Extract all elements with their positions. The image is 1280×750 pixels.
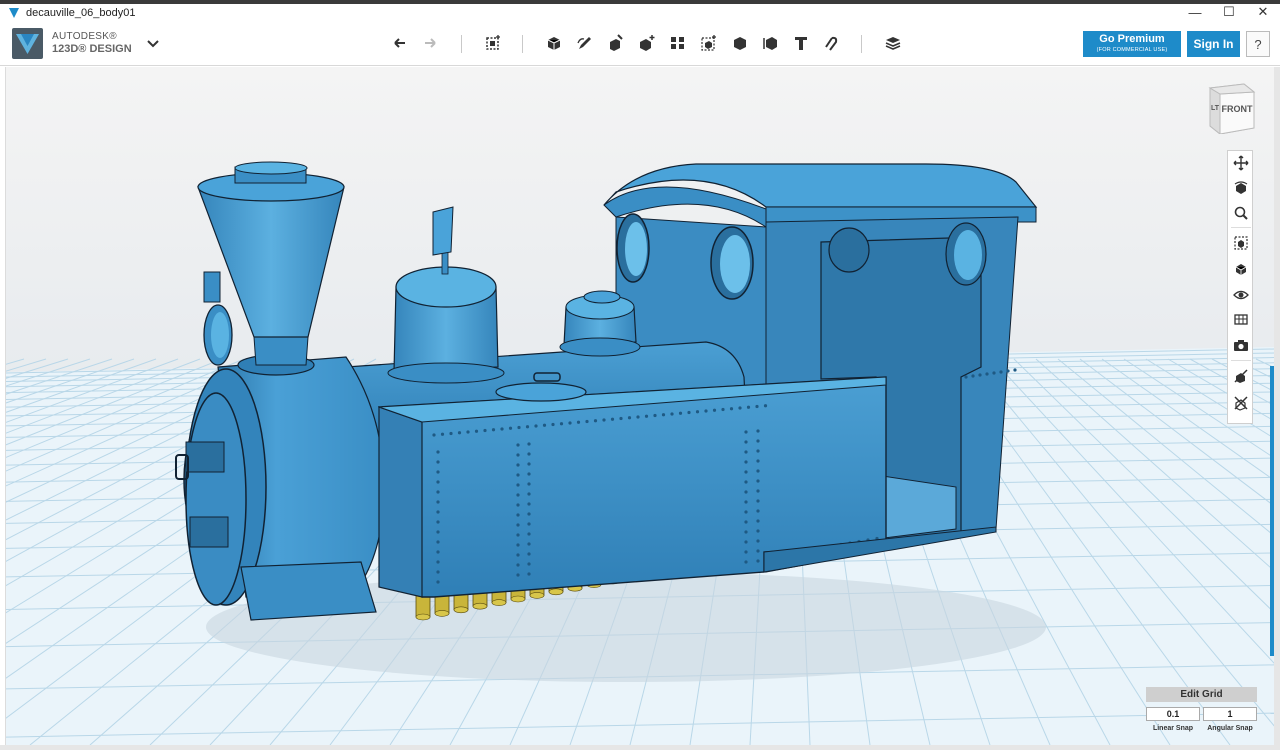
app-logo-icon bbox=[9, 8, 19, 18]
construct-button[interactable] bbox=[605, 32, 627, 54]
snap-off-button[interactable] bbox=[1231, 393, 1251, 413]
modify-button[interactable] bbox=[636, 32, 658, 54]
snap-button[interactable] bbox=[820, 32, 842, 54]
close-button[interactable]: ✕ bbox=[1246, 2, 1280, 22]
viewcube-left-label: LT bbox=[1211, 105, 1220, 112]
navbar-separator bbox=[1231, 360, 1251, 361]
orbit-icon bbox=[1234, 181, 1248, 194]
scroll-accent bbox=[1270, 366, 1274, 656]
text-icon bbox=[795, 37, 807, 50]
screenshot-icon bbox=[1234, 340, 1248, 351]
measure-button[interactable] bbox=[760, 32, 782, 54]
linear-snap-label: Linear Snap bbox=[1152, 725, 1194, 732]
linear-snap-input[interactable]: 0.1 bbox=[1146, 707, 1200, 721]
navigation-bar bbox=[1227, 150, 1253, 424]
sketch-icon bbox=[577, 37, 591, 49]
angular-snap-input[interactable]: 1 bbox=[1203, 707, 1257, 721]
construct-icon bbox=[610, 34, 623, 51]
window-title: decauville_06_body01 bbox=[26, 7, 136, 19]
snap-on-button[interactable] bbox=[1231, 366, 1251, 386]
primitives-button[interactable] bbox=[543, 32, 565, 54]
navbar-separator bbox=[1231, 227, 1251, 228]
grid-settings-panel: Edit Grid 0.1 1 Linear Snap Angular Snap bbox=[1146, 687, 1258, 737]
material-icon bbox=[885, 37, 901, 50]
screenshot-button[interactable] bbox=[1231, 335, 1251, 355]
chevron-down-icon[interactable] bbox=[146, 36, 160, 50]
3d-viewport[interactable]: FRONT LT bbox=[6, 67, 1274, 745]
redo-icon bbox=[425, 38, 436, 48]
autodesk-logo-icon[interactable] bbox=[12, 28, 43, 59]
zoom-icon bbox=[1234, 206, 1248, 220]
brand-name: AUTODESK® 123D® DESIGN bbox=[52, 31, 132, 55]
main-toolbar: AUTODESK® 123D® DESIGN Go Premium (FOR C… bbox=[0, 22, 1280, 66]
app-window: decauville_06_body01 — ☐ ✕ AUTODESK® 123… bbox=[0, 0, 1280, 750]
undo-icon bbox=[394, 38, 405, 48]
brand-line-2: 123D® DESIGN bbox=[52, 43, 132, 55]
maximize-button[interactable]: ☐ bbox=[1212, 2, 1246, 22]
brand-line-1: AUTODESK® bbox=[52, 31, 117, 42]
grouping-button[interactable] bbox=[698, 32, 720, 54]
pattern-icon bbox=[671, 37, 684, 49]
primitives-icon bbox=[547, 37, 561, 50]
modify-icon bbox=[640, 35, 655, 51]
sand-dome bbox=[559, 290, 641, 357]
transform-button[interactable] bbox=[482, 32, 504, 54]
toolbar-separator bbox=[861, 35, 862, 53]
scene-canvas bbox=[6, 161, 1274, 745]
steam-dome bbox=[387, 206, 505, 384]
visibility-button[interactable] bbox=[1231, 285, 1251, 305]
toolbar-separator bbox=[522, 35, 523, 53]
fit-button[interactable] bbox=[1231, 233, 1251, 253]
toolbar-separator bbox=[461, 35, 462, 53]
zoom-button[interactable] bbox=[1231, 203, 1251, 223]
undo-button[interactable] bbox=[389, 32, 411, 54]
grouping-icon bbox=[701, 35, 716, 51]
redo-button[interactable] bbox=[419, 32, 441, 54]
material-toggle-button[interactable] bbox=[1231, 310, 1251, 330]
pattern-button[interactable] bbox=[667, 32, 689, 54]
viewcube-front-label: FRONT bbox=[1222, 104, 1253, 114]
fit-icon bbox=[1234, 236, 1248, 250]
minimize-button[interactable]: — bbox=[1178, 2, 1212, 22]
transform-icon bbox=[486, 35, 500, 50]
text-button[interactable] bbox=[790, 32, 812, 54]
sketch-button[interactable] bbox=[574, 32, 596, 54]
premium-sublabel: (FOR COMMERCIAL USE) bbox=[1096, 47, 1168, 53]
view-cube[interactable]: FRONT LT bbox=[1200, 80, 1260, 134]
orbit-button[interactable] bbox=[1231, 178, 1251, 198]
right-border bbox=[1274, 67, 1280, 745]
visibility-icon bbox=[1233, 290, 1249, 300]
combine-button[interactable] bbox=[729, 32, 751, 54]
pan-button[interactable] bbox=[1231, 153, 1251, 173]
measure-icon bbox=[763, 37, 777, 50]
snap-on-icon bbox=[1234, 369, 1248, 383]
sign-in-button[interactable]: Sign In bbox=[1187, 31, 1240, 57]
window-controls: — ☐ ✕ bbox=[1178, 2, 1280, 22]
combine-icon bbox=[734, 37, 746, 50]
angular-snap-label: Angular Snap bbox=[1207, 725, 1253, 732]
material-toggle-icon bbox=[1234, 314, 1248, 325]
premium-label: Go Premium bbox=[1099, 33, 1165, 45]
views-icon bbox=[1235, 264, 1247, 275]
edit-grid-button[interactable]: Edit Grid bbox=[1146, 687, 1257, 702]
snap-icon bbox=[825, 36, 838, 51]
go-premium-button[interactable]: Go Premium (FOR COMMERCIAL USE) bbox=[1083, 31, 1181, 57]
bottom-border bbox=[0, 745, 1280, 750]
help-button[interactable]: ? bbox=[1246, 31, 1270, 57]
pan-icon bbox=[1233, 155, 1249, 171]
material-button[interactable] bbox=[882, 32, 904, 54]
title-bar: decauville_06_body01 — ☐ ✕ bbox=[0, 0, 1280, 22]
views-button[interactable] bbox=[1231, 259, 1251, 279]
snap-off-icon bbox=[1234, 396, 1248, 411]
